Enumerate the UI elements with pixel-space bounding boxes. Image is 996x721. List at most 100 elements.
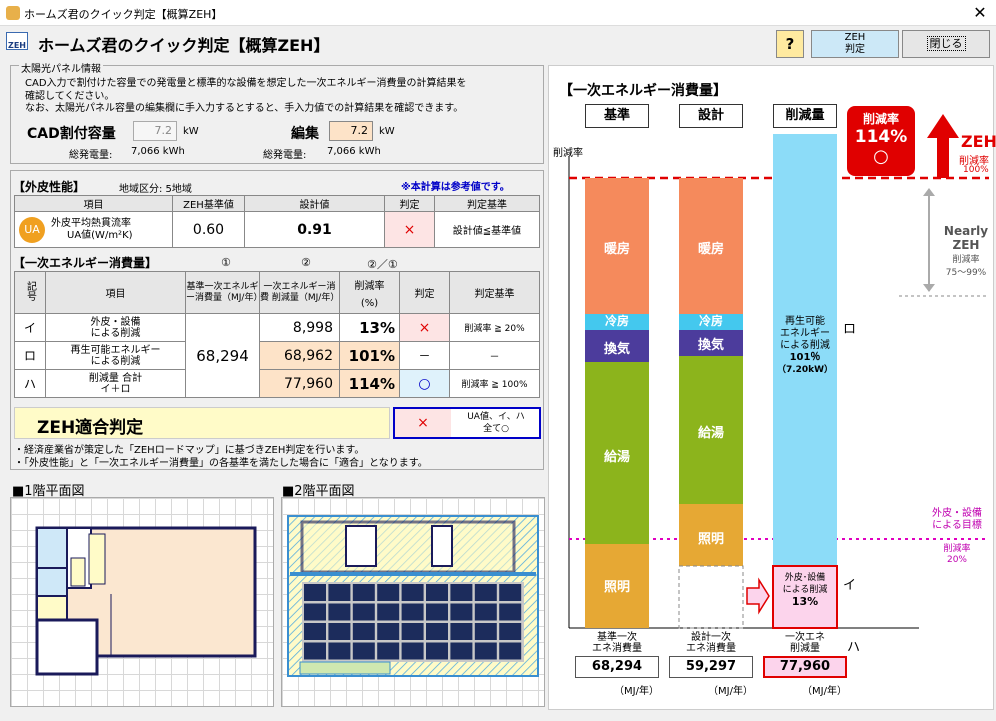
edit-kw-unit: kW	[379, 126, 395, 137]
solar-panel-array	[302, 582, 524, 662]
app-icon	[6, 6, 20, 20]
ua-criteria: 設計値≦基準値	[434, 211, 540, 248]
solar-panel-cell	[474, 584, 497, 601]
energy-table: 記号 項目 基準一次エネルギー消費量（MJ/年） 一次エネルギー消費 削減量（M…	[14, 271, 540, 398]
zeh-judge-label-box: ZEH適合判定	[14, 407, 390, 439]
foot-reduction-value: 77,960	[763, 656, 847, 678]
solar-panel-cell	[304, 584, 326, 601]
solar-panel-cell	[474, 623, 497, 640]
note-2: ・「外皮性能」と「一次エネルギー消費量」の各基準を満たした場合に「適合」となりま…	[14, 458, 428, 469]
seg-label-heating-base: 暖房	[603, 242, 630, 257]
foot-design: 設計一次 エネ消費量 59,297 （MJ/年）	[669, 632, 753, 697]
energy-col-item: 項目	[45, 271, 186, 314]
env-col-design: 設計値	[244, 195, 385, 212]
energy-heading: 【一次エネルギー消費量】	[13, 256, 158, 270]
solar-panel-cell	[499, 603, 522, 621]
row-i-design: 8,998	[259, 313, 340, 342]
ua-std-value: 0.60	[172, 211, 245, 248]
performance-section: 【外皮性能】 地域区分: 5地域 ※本計算は参考値です。 項目 ZEH基準値 設…	[10, 170, 544, 470]
reduction-rate-label: 削減率	[862, 112, 899, 126]
zeh-judge-button[interactable]: ZEH 判定	[811, 30, 899, 58]
row-i-rate: 13%	[339, 313, 400, 342]
solar-panel-cell	[352, 584, 375, 601]
reduction-rate-mark: ○	[873, 146, 889, 167]
solar-panel-cell	[401, 623, 424, 640]
solar-panel-cell	[328, 642, 351, 660]
row-ro-sym: ロ	[14, 341, 46, 370]
renewable-label: 再生可能 エネルギー による削減 101％ （7.20kW）	[776, 316, 834, 375]
solar-panel-cell	[474, 603, 497, 621]
cad-total-label: 総発電量:	[69, 150, 113, 161]
cad-capacity-field: 7.2	[133, 121, 177, 141]
energy-row-ro: ロ 再生可能エネルギー による削減 68,962 101% － －	[14, 341, 540, 370]
help-button[interactable]: ?	[776, 30, 804, 58]
zeh-label: ZEH	[961, 132, 996, 151]
seg-label-vent-design: 換気	[697, 338, 724, 353]
bar-design-reduction-gap	[678, 565, 744, 629]
seg-label-light-base: 照明	[603, 580, 630, 595]
zeh-sub2: 100%	[963, 165, 989, 175]
row-ro-design: 68,962	[259, 341, 340, 370]
row-i-judge: ×	[399, 313, 450, 342]
energy-row-ha: ハ 削減量 合計 イ＋ロ 77,960 114% ○ 削減率 ≧ 100%	[14, 369, 540, 398]
foot-base: 基準一次 エネ消費量 68,294 （MJ/年）	[575, 632, 659, 697]
row-ro-rate: 101%	[339, 341, 400, 370]
ua-icon: UA	[19, 217, 45, 243]
ua-design-value: 0.91	[244, 211, 385, 248]
nearly-zeh-label: Nearly ZEH 削減率 75～99%	[943, 224, 989, 278]
solar-panel-cell	[450, 623, 473, 640]
energy-row-i: イ 外皮・設備 による削減 68,294 8,998 13% × 削減率 ≧ 20…	[14, 313, 540, 398]
cad-capacity-value: 7.2	[154, 124, 173, 137]
row-ha-design: 77,960	[259, 369, 340, 398]
zeh-btn-line2: 判定	[845, 44, 865, 55]
close-button[interactable]: 閉じる	[902, 30, 990, 58]
ua-item-line2: UA値(W/m²K)	[67, 229, 133, 241]
row-ha-crit: 削減率 ≧ 100%	[449, 369, 540, 398]
solar-desc-3: なお、太陽光パネル容量の編集欄に手入力するとすると、手入力値での計算結果を確認で…	[25, 103, 464, 114]
arrow-right-icon	[746, 577, 770, 615]
solar-panel-cell	[304, 642, 326, 660]
solar-panel-cell	[426, 584, 448, 601]
solar-panel-cell	[426, 623, 448, 640]
energy-chart-panel: 【一次エネルギー消費量】 基準 設計 削減量 削減率 削減率 114% ○ ZE…	[548, 65, 996, 710]
envelope-table: 項目 ZEH基準値 設計値 判定 判定基準 UA 外皮平均熱貫流率 UA値(W/…	[14, 195, 540, 248]
env-col-std: ZEH基準値	[172, 195, 245, 212]
help-label: ?	[785, 35, 795, 53]
zeh-judge-cond: UA値、イ、ハ 全て○	[467, 412, 525, 434]
cad-capacity-label: CAD割付容量	[27, 126, 116, 142]
energy-col-judge: 判定	[399, 271, 450, 314]
seg-label-hotwater-design: 給湯	[697, 426, 724, 441]
solar-panel-cell	[328, 603, 351, 621]
solar-panel-cell	[377, 584, 400, 601]
zeh-judge-result-box: × UA値、イ、ハ 全て○	[393, 407, 541, 439]
seg-label-cooling-design: 冷房	[698, 314, 723, 328]
envelope-heading: 【外皮性能】	[13, 180, 86, 194]
edit-total-label: 総発電量:	[263, 150, 307, 161]
solar-panel-cell	[450, 584, 473, 601]
solar-panel-cell	[352, 603, 375, 621]
row-i-item: 外皮・設備 による削減	[45, 313, 186, 342]
edit-capacity-label: 編集	[291, 126, 319, 142]
foot-reduction: 一次エネ 削減量 77,960 （MJ/年）	[763, 632, 847, 697]
row-ro-item: 再生可能エネルギー による削減	[45, 341, 186, 370]
seg-label-heating-design: 暖房	[697, 242, 724, 257]
solar-panel-cell	[304, 623, 326, 640]
solar-panel-cell	[450, 642, 473, 660]
foot-design-value: 59,297	[669, 656, 753, 678]
window-title: ホームズ君のクイック判定【概算ZEH】	[24, 8, 223, 21]
solar-panel-cell	[450, 603, 473, 621]
solar-panel-cell	[499, 642, 522, 660]
window-close-icon[interactable]: ✕	[966, 2, 994, 24]
seg-label-light-design: 照明	[697, 532, 724, 547]
edit-capacity-value: 7.2	[350, 124, 369, 137]
edit-capacity-input[interactable]: 7.2	[329, 121, 373, 141]
row-ha-sym: ハ	[14, 369, 46, 398]
region-label: 地域区分: 5地域	[119, 184, 192, 195]
solar-panel-cell	[401, 603, 424, 621]
seg-label-hotwater-base: 給湯	[603, 450, 630, 465]
solar-panel-cell	[499, 623, 522, 640]
window-titlebar: ホームズ君のクイック判定【概算ZEH】 ✕	[0, 0, 996, 26]
solar-panel-cell	[426, 603, 448, 621]
row-ha-judge: ○	[399, 369, 450, 398]
env-col-item: 項目	[14, 195, 173, 212]
